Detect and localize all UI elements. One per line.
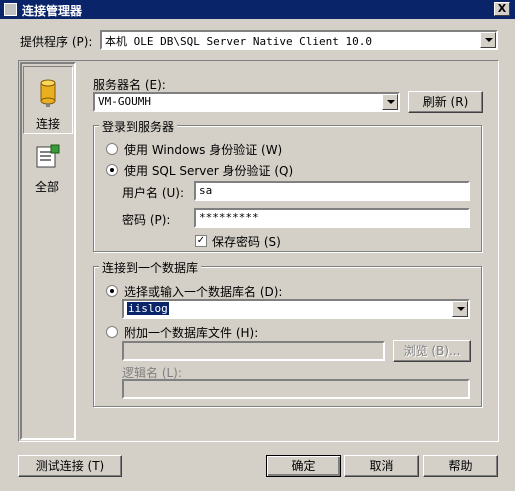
attach-file-label: 附加一个数据库文件 (H): <box>124 326 259 340</box>
app-icon <box>4 3 17 16</box>
sidebar-item-connection[interactable]: 连接 <box>23 66 73 134</box>
provider-dropdown[interactable]: 本机 OLE DB\SQL Server Native Client 10.0 <box>100 30 498 50</box>
database-name-dropdown[interactable]: iislog <box>122 299 470 319</box>
username-value: sa <box>199 184 213 197</box>
server-name-dropdown[interactable]: VM-GOUMH <box>93 92 400 112</box>
sidebar-item-label: 连接 <box>36 117 61 131</box>
windows-auth-label: 使用 Windows 身份验证 (W) <box>124 143 283 157</box>
server-name-value: VM-GOUMH <box>98 95 151 108</box>
save-password-label: 保存密码 (S) <box>212 235 281 249</box>
select-database-radio[interactable] <box>106 285 118 297</box>
ok-button[interactable]: 确定 <box>266 455 341 477</box>
save-password-checkbox[interactable]: ✓ <box>195 235 207 247</box>
database-cylinder-icon <box>40 79 56 107</box>
sidebar: 连接 全部 <box>20 62 76 440</box>
refresh-button[interactable]: 刷新 (R) <box>408 91 483 113</box>
sql-auth-label: 使用 SQL Server 身份验证 (Q) <box>124 164 294 178</box>
username-label: 用户名 (U): <box>122 186 185 200</box>
username-field[interactable]: sa <box>194 181 470 201</box>
properties-list-icon <box>36 144 60 168</box>
sidebar-item-label: 全部 <box>35 180 60 194</box>
logical-name-field[interactable] <box>122 379 470 399</box>
close-button[interactable]: X <box>494 2 510 16</box>
help-button[interactable]: 帮助 <box>423 455 498 477</box>
windows-auth-radio[interactable] <box>106 143 118 155</box>
sidebar-item-all[interactable]: 全部 <box>23 138 73 198</box>
sql-auth-radio[interactable] <box>106 164 118 176</box>
provider-label: 提供程序 (P): <box>20 35 93 49</box>
window-title: 连接管理器 <box>22 4 83 18</box>
database-name-value: iislog <box>127 302 169 315</box>
database-group-title: 连接到一个数据库 <box>99 259 202 276</box>
server-name-label: 服务器名 (E): <box>93 78 166 92</box>
title-bar: 连接管理器 X <box>0 0 515 19</box>
test-connection-button[interactable]: 测试连接 (T) <box>18 455 122 477</box>
select-database-label: 选择或输入一个数据库名 (D): <box>124 285 283 299</box>
provider-value: 本机 OLE DB\SQL Server Native Client 10.0 <box>105 35 373 48</box>
browse-button[interactable]: 浏览 (B)... <box>393 340 471 362</box>
chevron-down-icon[interactable] <box>452 301 468 317</box>
password-label: 密码 (P): <box>122 213 171 227</box>
password-value: ********* <box>199 211 259 224</box>
chevron-down-icon[interactable] <box>382 94 398 110</box>
attach-file-field[interactable] <box>122 341 385 361</box>
attach-file-radio[interactable] <box>106 326 118 338</box>
password-field[interactable]: ********* <box>194 208 470 228</box>
chevron-down-icon[interactable] <box>480 32 496 48</box>
cancel-button[interactable]: 取消 <box>344 455 419 477</box>
login-group-title: 登录到服务器 <box>99 118 178 135</box>
